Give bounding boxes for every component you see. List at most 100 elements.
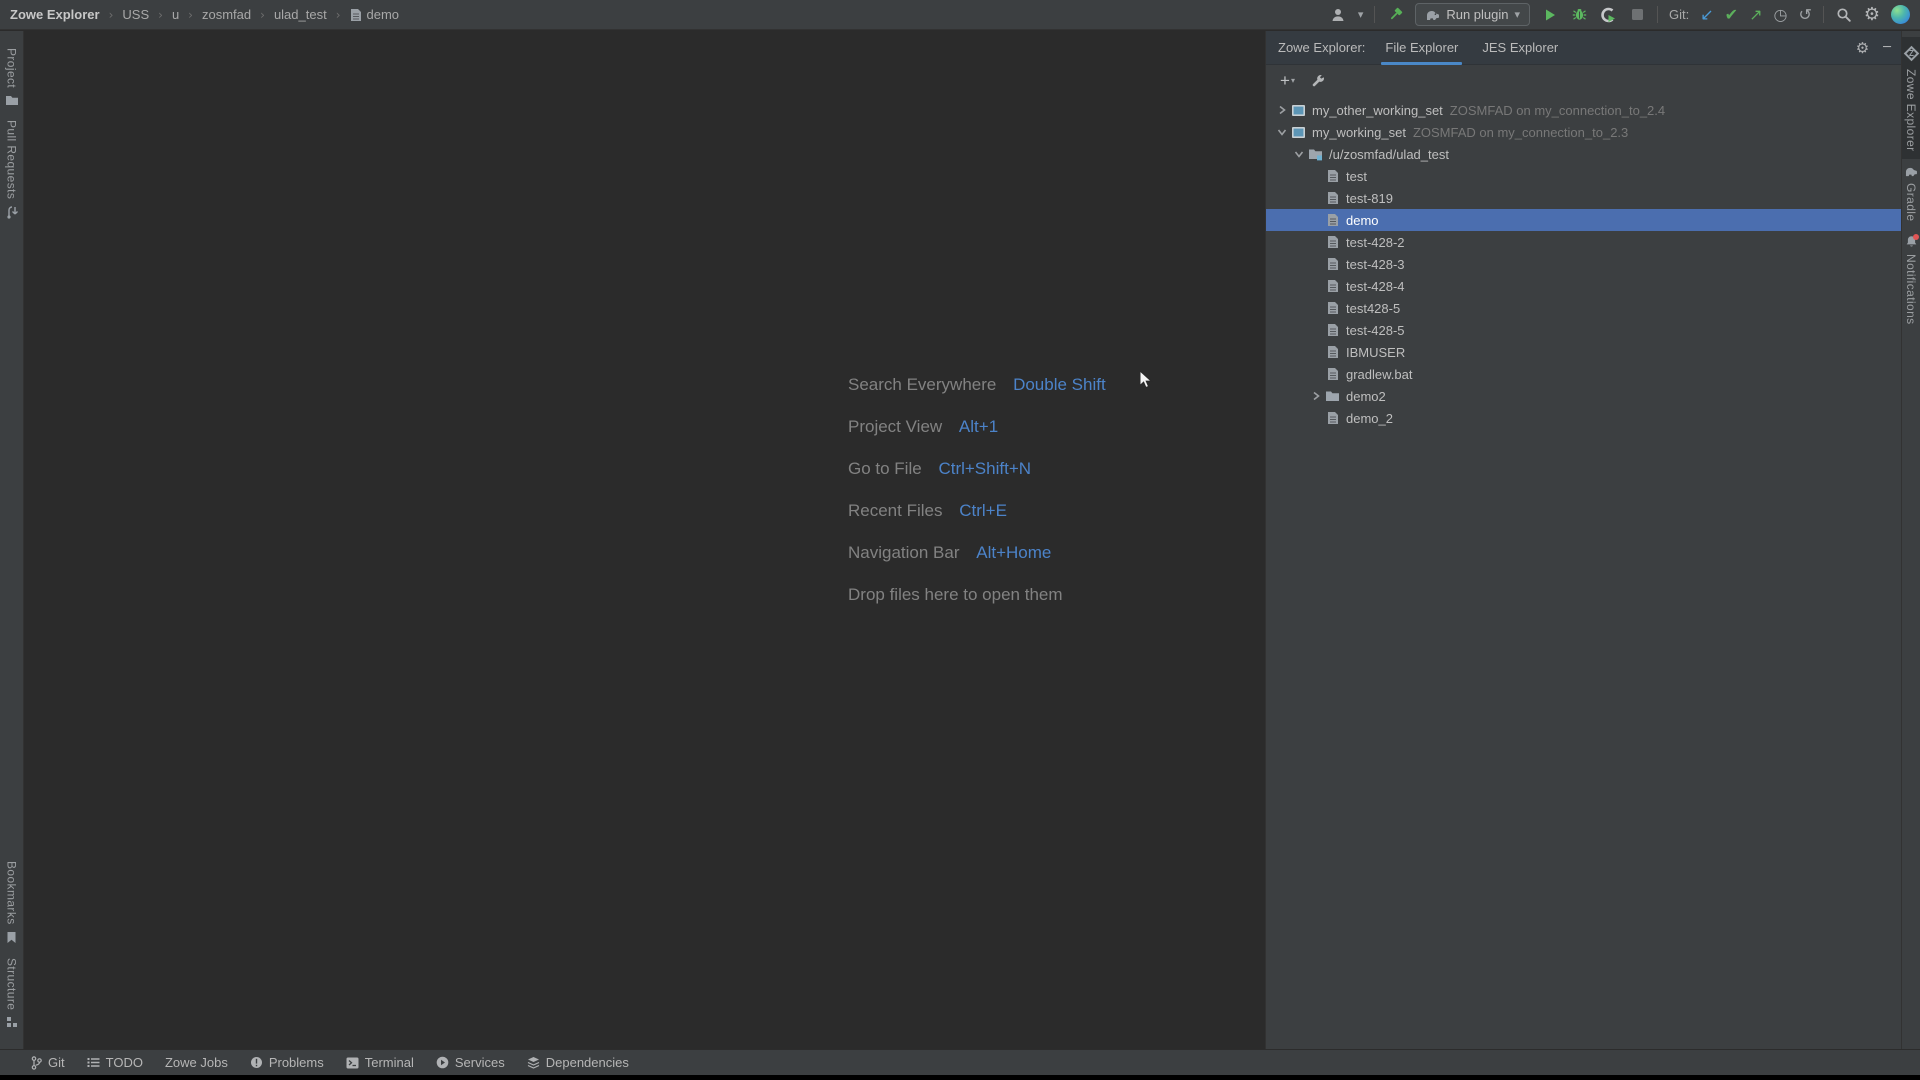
status-item-problems[interactable]: Problems <box>239 1055 335 1070</box>
breadcrumb-root[interactable]: Zowe Explorer <box>10 7 100 22</box>
breadcrumb-item-uss[interactable]: USS <box>122 7 149 22</box>
git-label: Git: <box>1669 7 1689 22</box>
shortcut-hint-row: Go to File Ctrl+Shift+N <box>848 448 1106 490</box>
tree-row[interactable]: demo2 <box>1266 385 1901 407</box>
chevron-icon[interactable] <box>1308 168 1324 184</box>
tree-item-label: test428-5 <box>1346 301 1400 316</box>
sidebar-item-project[interactable]: Project <box>5 41 19 113</box>
sidebar-item-label: Bookmarks <box>6 861 18 925</box>
chevron-icon[interactable] <box>1308 300 1324 316</box>
tree-row[interactable]: demo_2 <box>1266 407 1901 429</box>
breadcrumb-item-u[interactable]: u <box>172 7 179 22</box>
run-configuration-select[interactable]: Run plugin ▾ <box>1415 3 1530 26</box>
user-icon[interactable] <box>1329 6 1347 24</box>
tree-item-label: demo_2 <box>1346 411 1393 426</box>
chevron-icon[interactable] <box>1274 124 1290 140</box>
tree-item-label: demo2 <box>1346 389 1386 404</box>
tree-row[interactable]: test428-5 <box>1266 297 1901 319</box>
status-item-label: Problems <box>269 1055 324 1070</box>
settings-gear-icon[interactable]: ⚙ <box>1864 6 1880 24</box>
zowe-icon: Z <box>1903 46 1919 62</box>
sidebar-item-label: Structure <box>6 958 18 1010</box>
sidebar-item-notifications[interactable]: Notifications <box>1905 228 1918 332</box>
project-folder-icon <box>5 94 19 106</box>
tree-item-label: demo <box>1346 213 1379 228</box>
chevron-icon[interactable] <box>1308 278 1324 294</box>
chevron-icon[interactable] <box>1308 256 1324 272</box>
tree-row[interactable]: test-428-4 <box>1266 275 1901 297</box>
run-configuration-label: Run plugin <box>1446 7 1508 22</box>
file-icon <box>1324 190 1341 206</box>
debug-icon[interactable] <box>1570 6 1588 24</box>
sidebar-item-pull-requests[interactable]: Pull Requests <box>5 113 19 226</box>
tool-window-toolbar: +▾ <box>1266 65 1901 97</box>
breadcrumb-separator: › <box>158 8 163 22</box>
status-item-services[interactable]: Services <box>425 1055 516 1070</box>
breadcrumb-file[interactable]: demo <box>350 7 400 22</box>
tab-file-explorer[interactable]: File Explorer <box>1373 31 1470 65</box>
tree-row[interactable]: /u/zosmfad/ulad_test <box>1266 143 1901 165</box>
file-icon <box>1324 168 1341 184</box>
tools-wrench-icon[interactable] <box>1311 74 1326 89</box>
chevron-icon[interactable] <box>1308 366 1324 382</box>
search-icon[interactable] <box>1835 6 1853 24</box>
tree-row[interactable]: gradlew.bat <box>1266 363 1901 385</box>
breadcrumb-item-zosmfad[interactable]: zosmfad <box>202 7 251 22</box>
file-icon <box>1324 212 1341 228</box>
chevron-icon[interactable] <box>1308 322 1324 338</box>
chevron-icon[interactable] <box>1291 146 1307 162</box>
settings-gear-icon[interactable]: ⚙ <box>1856 39 1869 57</box>
git-push-icon[interactable]: ↗ <box>1749 7 1762 23</box>
structure-icon <box>6 1016 18 1028</box>
minimize-icon[interactable]: ─ <box>1883 40 1891 55</box>
status-item-dependencies[interactable]: Dependencies <box>516 1055 640 1070</box>
status-item-terminal[interactable]: Terminal <box>335 1055 425 1070</box>
rollback-icon[interactable]: ↺ <box>1798 7 1811 23</box>
chevron-icon[interactable] <box>1274 102 1290 118</box>
gradle-elephant-icon <box>1425 9 1440 21</box>
chevron-icon[interactable] <box>1308 410 1324 426</box>
tree-row[interactable]: test <box>1266 165 1901 187</box>
tree-row[interactable]: test-428-2 <box>1266 231 1901 253</box>
status-item-label: TODO <box>106 1055 143 1070</box>
tree-row[interactable]: my_other_working_set ZOSMFAD on my_conne… <box>1266 99 1901 121</box>
tab-jes-explorer[interactable]: JES Explorer <box>1470 31 1570 65</box>
add-icon[interactable]: +▾ <box>1280 74 1295 88</box>
sidebar-item-gradle[interactable]: Gradle <box>1904 159 1918 228</box>
file-tree: my_other_working_set ZOSMFAD on my_conne… <box>1266 97 1901 429</box>
breadcrumb-item-ulad-test[interactable]: ulad_test <box>274 7 327 22</box>
chevron-icon[interactable] <box>1308 344 1324 360</box>
tree-row[interactable]: my_working_set ZOSMFAD on my_connection_… <box>1266 121 1901 143</box>
tree-item-label: test-428-3 <box>1346 257 1405 272</box>
tree-row[interactable]: test-819 <box>1266 187 1901 209</box>
file-icon <box>1324 344 1341 360</box>
git-update-icon[interactable]: ↙ <box>1700 7 1713 23</box>
tree-row[interactable]: test-428-3 <box>1266 253 1901 275</box>
chevron-icon[interactable] <box>1308 190 1324 206</box>
sidebar-item-structure[interactable]: Structure <box>6 951 18 1035</box>
chevron-icon[interactable] <box>1308 388 1324 404</box>
profiler-icon[interactable] <box>1599 6 1617 24</box>
chevron-down-icon: ▾ <box>1291 74 1295 88</box>
shortcut-keys: Ctrl+E <box>959 501 1007 520</box>
problems-icon <box>250 1056 263 1069</box>
breadcrumb-separator: › <box>260 8 265 22</box>
sidebar-item-zowe-explorer[interactable]: Z Zowe Explorer <box>1902 37 1920 159</box>
mouse-cursor <box>1139 370 1153 390</box>
sidebar-item-label: Zowe Explorer <box>1905 69 1917 152</box>
tree-row[interactable]: demo <box>1266 209 1901 231</box>
tree-row[interactable]: test-428-5 <box>1266 319 1901 341</box>
tree-row[interactable]: IBMUSER <box>1266 341 1901 363</box>
build-hammer-icon[interactable] <box>1386 6 1404 24</box>
sidebar-item-bookmarks[interactable]: Bookmarks <box>6 854 18 951</box>
run-icon[interactable] <box>1541 6 1559 24</box>
status-item-git[interactable]: Git <box>20 1055 76 1070</box>
chevron-icon[interactable] <box>1308 234 1324 250</box>
ide-avatar-icon[interactable] <box>1891 5 1910 24</box>
status-item-todo[interactable]: TODO <box>76 1055 154 1070</box>
chevron-icon[interactable] <box>1308 212 1324 228</box>
status-item-zowe-jobs[interactable]: Zowe Jobs <box>154 1055 239 1070</box>
sidebar-item-label: Pull Requests <box>6 120 18 199</box>
dependencies-icon <box>527 1056 540 1069</box>
git-commit-icon[interactable]: ✔ <box>1725 7 1738 23</box>
